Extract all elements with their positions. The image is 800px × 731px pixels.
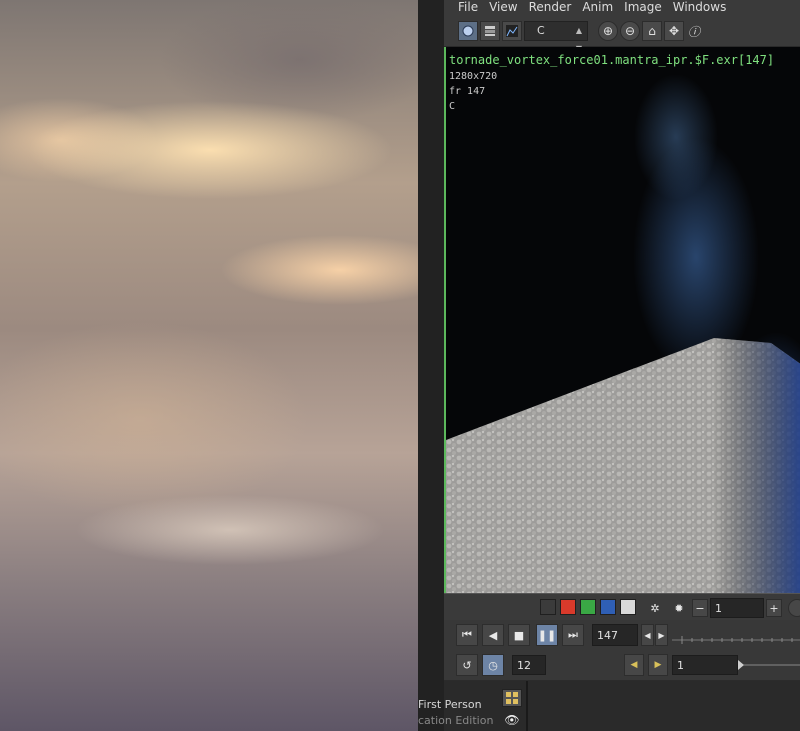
- pane-layout-icon[interactable]: [502, 689, 522, 707]
- play-reverse-icon[interactable]: ◀: [482, 624, 504, 646]
- pause-icon[interactable]: ❚❚: [536, 624, 558, 646]
- shelf-divider: [526, 681, 528, 731]
- channel-blue-button[interactable]: [600, 599, 616, 615]
- plane-select-value: C: [537, 24, 545, 37]
- menu-view[interactable]: View: [489, 0, 517, 16]
- dither-icon[interactable]: ✲: [644, 597, 666, 619]
- histogram-icon[interactable]: [502, 21, 522, 41]
- timeline-ruler[interactable]: [672, 622, 800, 648]
- frame-label: fr 147: [449, 86, 486, 97]
- step-forward-icon[interactable]: ▶: [655, 624, 668, 646]
- menubar: File View Render Anim Image Windows: [444, 0, 800, 16]
- realtime-clock-icon[interactable]: ◷: [482, 654, 504, 676]
- fit-icon[interactable]: ✥: [664, 21, 684, 41]
- current-frame-field[interactable]: 147: [592, 624, 638, 646]
- range-end-icon[interactable]: ▶: [648, 654, 668, 676]
- viewer-toolbar: C ▲▼ ⊕ ⊖ ⌂ ✥ ⓘ: [444, 16, 800, 53]
- edition-label: cation Edition: [418, 714, 494, 727]
- step-minus-button[interactable]: −: [692, 599, 708, 617]
- plane-label: C: [449, 101, 456, 112]
- render-viewport[interactable]: tornade_vortex_force01.mantra_ipr.$F.exr…: [444, 47, 800, 593]
- playbar: ⏮ ◀ ■ ❚❚ ⏭ 147 ◀ ▶: [444, 620, 800, 650]
- range-start-field[interactable]: 1: [672, 655, 738, 675]
- step-value-field[interactable]: 1: [710, 598, 764, 618]
- step-plus-button[interactable]: +: [766, 599, 782, 617]
- eye-icon[interactable]: 👁: [502, 713, 522, 731]
- step-back-icon[interactable]: ◀: [641, 624, 654, 646]
- zoom-in-icon[interactable]: ⊕: [598, 21, 618, 41]
- menu-windows[interactable]: Windows: [673, 0, 727, 16]
- range-start-icon[interactable]: ◀: [624, 654, 644, 676]
- home-icon[interactable]: ⌂: [642, 21, 662, 41]
- layers-icon[interactable]: [480, 21, 500, 41]
- channel-alpha-button[interactable]: [620, 599, 636, 615]
- menu-file[interactable]: File: [458, 0, 478, 16]
- menu-image[interactable]: Image: [624, 0, 662, 16]
- settings-gear-icon[interactable]: ✹: [668, 597, 690, 619]
- view-mode-icon[interactable]: [458, 21, 478, 41]
- jump-end-icon[interactable]: ⏭: [562, 624, 584, 646]
- info-circle-icon[interactable]: [788, 599, 800, 617]
- first-person-label: First Person: [418, 698, 482, 711]
- channel-red-button[interactable]: [560, 599, 576, 615]
- rendered-ground-plane: [446, 338, 800, 593]
- jump-start-icon[interactable]: ⏮: [456, 624, 478, 646]
- loop-icon[interactable]: ↺: [456, 654, 478, 676]
- pane-divider[interactable]: [418, 0, 444, 731]
- image-name: tornade_vortex_force01.mantra_ipr.$F.exr…: [449, 53, 775, 67]
- playback-options: ↺ ◷ 12 ◀ ▶ 1: [444, 650, 800, 681]
- reference-photo: [0, 0, 418, 731]
- fps-field[interactable]: 12: [512, 655, 546, 675]
- channel-green-button[interactable]: [580, 599, 596, 615]
- channel-toolbar: ✲ ✹ − 1 +: [444, 593, 800, 621]
- range-slider[interactable]: [738, 658, 800, 672]
- menu-render[interactable]: Render: [529, 0, 572, 16]
- channel-rgb-button[interactable]: [540, 599, 556, 615]
- desktop-shelf: 👁: [444, 681, 800, 731]
- stop-icon[interactable]: ■: [508, 624, 530, 646]
- info-icon[interactable]: ⓘ: [684, 21, 704, 41]
- image-resolution: 1280x720: [449, 71, 498, 82]
- menu-anim[interactable]: Anim: [582, 0, 613, 16]
- plane-select[interactable]: C ▲▼: [524, 21, 588, 53]
- zoom-out-icon[interactable]: ⊖: [620, 21, 640, 41]
